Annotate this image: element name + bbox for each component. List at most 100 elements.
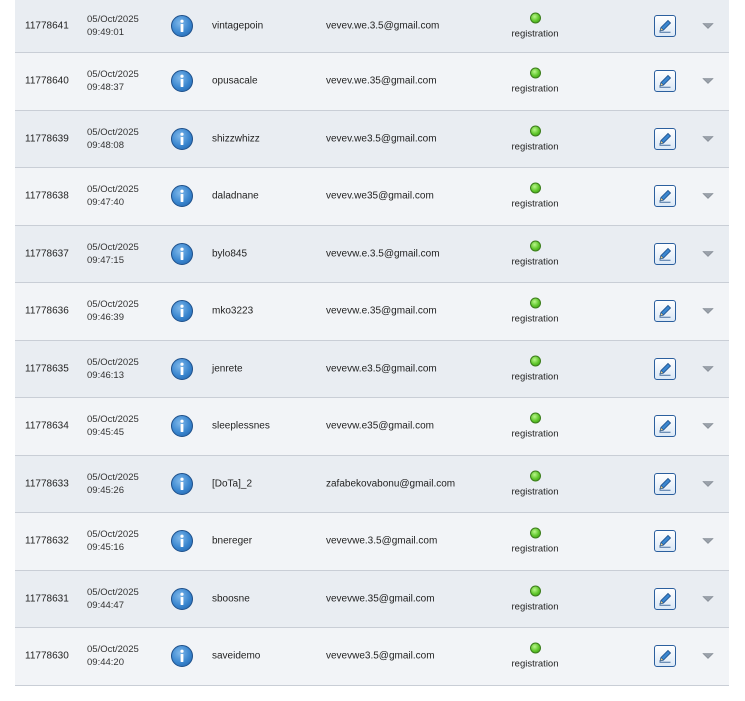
expand-button[interactable] <box>701 594 715 604</box>
expand-button[interactable] <box>701 21 715 31</box>
edit-button[interactable] <box>654 300 676 323</box>
info-button[interactable] <box>171 587 193 610</box>
edit-pencil-icon <box>659 420 672 433</box>
info-button[interactable] <box>171 127 193 150</box>
expand-button[interactable] <box>701 306 715 316</box>
time-text: 09:47:15 <box>87 254 124 266</box>
edit-button[interactable] <box>654 185 676 208</box>
timestamp: 05/Oct/2025 09:47:40 <box>87 183 139 209</box>
table-row: 11778638 05/Oct/2025 09:47:40 daladnane … <box>15 168 729 226</box>
registrations-table: 11778641 05/Oct/2025 09:49:01 vintagepoi… <box>15 0 729 686</box>
table-row: 11778641 05/Oct/2025 09:49:01 vintagepoi… <box>15 0 729 53</box>
table-row: 11778635 05/Oct/2025 09:46:13 jenrete ve… <box>15 340 729 398</box>
edit-button[interactable] <box>654 587 676 610</box>
table-row: 11778637 05/Oct/2025 09:47:15 bylo845 ve… <box>15 225 729 283</box>
record-id: 11778632 <box>25 535 69 547</box>
username: mko3223 <box>212 305 254 317</box>
edit-pencil-icon <box>659 362 672 376</box>
record-id: 11778639 <box>25 133 69 145</box>
expand-button[interactable] <box>701 191 715 201</box>
expand-button[interactable] <box>701 651 715 661</box>
username: opusacale <box>212 75 258 87</box>
info-icon <box>180 477 184 490</box>
info-button[interactable] <box>171 185 193 208</box>
email: vevev.we.35@gmail.com <box>326 75 437 87</box>
info-icon <box>180 304 184 318</box>
info-button[interactable] <box>171 530 193 553</box>
username: sboosne <box>212 593 250 605</box>
info-icon <box>180 534 184 548</box>
record-id: 11778634 <box>25 420 69 432</box>
edit-button[interactable] <box>654 15 676 37</box>
status-label: registration <box>511 198 559 210</box>
record-id: 11778640 <box>25 75 69 87</box>
registrations-panel: 11778641 05/Oct/2025 09:49:01 vintagepoi… <box>0 0 745 701</box>
expand-button[interactable] <box>701 536 715 546</box>
email: vevevwe.35@gmail.com <box>326 593 435 605</box>
email: vevevw.e.35@gmail.com <box>326 305 437 317</box>
info-button[interactable] <box>171 357 193 380</box>
status: registration <box>507 470 563 497</box>
chevron-down-icon <box>702 365 714 372</box>
timestamp: 05/Oct/2025 09:44:47 <box>87 586 139 612</box>
table-row: 11778640 05/Oct/2025 09:48:37 opusacale … <box>15 53 729 111</box>
status: registration <box>507 297 563 325</box>
info-button[interactable] <box>171 300 193 323</box>
time-text: 09:49:01 <box>87 27 124 38</box>
expand-button[interactable] <box>701 421 715 431</box>
username: jenrete <box>212 363 243 375</box>
edit-button[interactable] <box>654 70 676 93</box>
expand-button[interactable] <box>701 76 715 86</box>
email: vevevw.e.3.5@gmail.com <box>326 248 440 260</box>
time-text: 09:45:45 <box>87 427 124 439</box>
status-label: registration <box>511 141 559 153</box>
timestamp: 05/Oct/2025 09:48:08 <box>87 126 139 152</box>
email: vevev.we35@gmail.com <box>326 190 434 202</box>
timestamp: 05/Oct/2025 09:45:16 <box>87 528 139 554</box>
table-row: 11778631 05/Oct/2025 09:44:47 sboosne ve… <box>15 570 729 628</box>
date-text: 05/Oct/2025 <box>87 241 139 253</box>
info-button[interactable] <box>171 242 193 265</box>
info-icon <box>180 189 184 203</box>
info-button[interactable] <box>171 645 193 668</box>
edit-pencil-icon <box>659 477 672 491</box>
edit-button[interactable] <box>654 242 676 265</box>
info-button[interactable] <box>171 472 193 495</box>
status: registration <box>507 125 563 152</box>
expand-button[interactable] <box>701 479 715 489</box>
edit-button[interactable] <box>654 357 676 380</box>
edit-pencil-icon <box>659 247 672 261</box>
expand-button[interactable] <box>701 134 715 144</box>
timestamp: 05/Oct/2025 09:49:01 <box>87 13 139 39</box>
status-label: registration <box>511 486 559 498</box>
status-label: registration <box>511 601 559 613</box>
status: registration <box>507 182 563 210</box>
expand-button[interactable] <box>701 249 715 259</box>
edit-button[interactable] <box>654 415 676 438</box>
record-id: 11778635 <box>25 363 69 375</box>
status: registration <box>507 67 563 95</box>
edit-button[interactable] <box>654 645 676 668</box>
date-text: 05/Oct/2025 <box>87 644 139 656</box>
status-dot-icon <box>529 527 541 539</box>
timestamp: 05/Oct/2025 09:45:45 <box>87 413 139 439</box>
info-button[interactable] <box>171 415 193 438</box>
username: vintagepoin <box>212 20 264 32</box>
info-button[interactable] <box>171 15 193 37</box>
info-button[interactable] <box>171 70 193 93</box>
timestamp: 05/Oct/2025 09:46:13 <box>87 356 139 382</box>
status-dot-icon <box>529 585 541 597</box>
edit-pencil-icon <box>659 19 672 33</box>
expand-button[interactable] <box>701 364 715 374</box>
record-id: 11778633 <box>25 478 69 490</box>
edit-button[interactable] <box>654 472 676 495</box>
timestamp: 05/Oct/2025 09:48:37 <box>87 68 139 94</box>
edit-button[interactable] <box>654 530 676 553</box>
status-dot-icon <box>529 470 541 482</box>
edit-pencil-icon <box>659 535 672 548</box>
status-dot-icon <box>529 182 541 194</box>
edit-button[interactable] <box>654 127 676 150</box>
time-text: 09:44:20 <box>87 657 124 669</box>
status: registration <box>507 12 563 40</box>
status-label: registration <box>511 658 559 670</box>
